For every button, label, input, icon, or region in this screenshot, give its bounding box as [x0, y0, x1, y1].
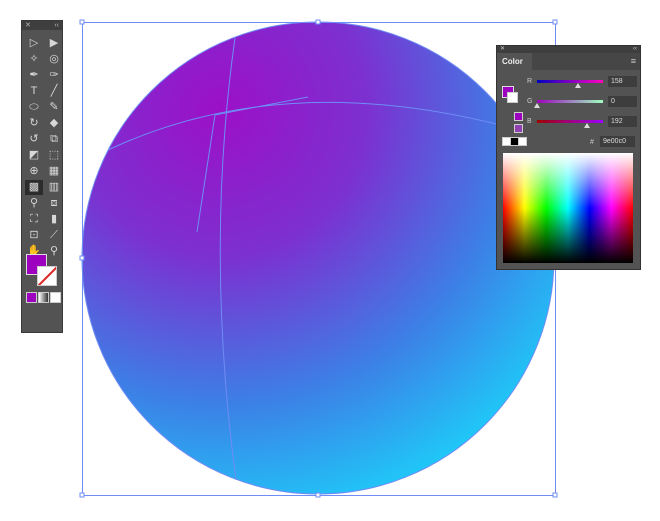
slider-thumb[interactable] — [534, 103, 540, 108]
type-tool[interactable]: T — [25, 84, 43, 99]
red-value-input[interactable]: 158 — [608, 76, 637, 87]
mesh-sphere-object[interactable] — [82, 22, 554, 494]
line-tool[interactable]: ╱ — [45, 84, 63, 99]
pen-tool[interactable]: ✒ — [25, 68, 43, 83]
blue-slider[interactable] — [537, 120, 603, 128]
ellipse-tool[interactable]: ⬭ — [25, 100, 43, 115]
blue-value-input[interactable]: 192 — [608, 116, 637, 127]
perspective-grid-tool[interactable]: ▦ — [45, 164, 63, 179]
lasso-tool[interactable]: ◎ — [45, 52, 63, 67]
out-of-gamut-swatch[interactable] — [514, 124, 523, 133]
collapse-icon[interactable]: ‹‹ — [54, 21, 59, 30]
collapse-icon[interactable]: ‹‹ — [633, 46, 637, 53]
paintbrush-tool[interactable]: ✎ — [45, 100, 63, 115]
magic-wand-tool[interactable]: ✧ — [25, 52, 43, 67]
slice-tool[interactable]: ⟋ — [45, 228, 63, 243]
stroke-swatch[interactable] — [507, 92, 518, 103]
hex-label: # — [590, 139, 594, 146]
channel-label: R — [527, 78, 533, 85]
none-mode-button[interactable] — [50, 292, 61, 303]
panel-menu-icon[interactable]: ≡ — [631, 56, 636, 66]
red-slider[interactable] — [537, 80, 603, 88]
tab-color[interactable]: Color — [497, 53, 532, 70]
green-slider[interactable] — [534, 100, 603, 108]
green-value-input[interactable]: 0 — [608, 96, 637, 107]
zoom-tool[interactable]: ⚲ — [45, 244, 63, 259]
shape-builder-tool[interactable]: ⊕ — [25, 164, 43, 179]
symbol-sprayer-tool[interactable]: ⛶ — [25, 212, 43, 227]
red-channel-row: R 158 — [527, 76, 637, 88]
selection-tool[interactable]: ▷ — [25, 36, 43, 51]
color-spectrum[interactable] — [503, 153, 633, 263]
white-swatch[interactable] — [518, 137, 527, 146]
blue-channel-row: B 192 — [527, 116, 637, 128]
artboard-tool[interactable]: ⊡ — [25, 228, 43, 243]
slider-thumb[interactable] — [574, 83, 581, 88]
color-panel: ✕ ‹‹ Color ≡ R 158 G 0 B 192 # 9e00c0 — [496, 45, 641, 270]
rotate-tool[interactable]: ↺ — [25, 132, 43, 147]
green-channel-row: G 0 — [527, 96, 637, 108]
color-mode-button[interactable] — [26, 292, 37, 303]
column-graph-tool[interactable]: ▮ — [45, 212, 63, 227]
stroke-swatch[interactable] — [37, 266, 57, 286]
hex-value-input[interactable]: 9e00c0 — [600, 136, 635, 147]
width-tool[interactable]: ◩ — [25, 148, 43, 163]
close-icon[interactable]: ✕ — [25, 21, 31, 30]
scale-tool[interactable]: ⧉ — [45, 132, 63, 147]
shaper-tool[interactable]: ↻ — [25, 116, 43, 131]
direct-selection-tool[interactable]: ▶ — [45, 36, 63, 51]
mesh-tool[interactable]: ▩ — [25, 180, 43, 195]
free-transform-tool[interactable]: ⬚ — [45, 148, 63, 163]
close-icon[interactable]: ✕ — [500, 46, 505, 53]
eyedropper-tool[interactable]: ⚲ — [25, 196, 43, 211]
out-of-web-color-swatch[interactable] — [514, 112, 523, 121]
gradient-tool[interactable]: ▥ — [45, 180, 63, 195]
slider-thumb[interactable] — [583, 123, 590, 128]
channel-label: B — [527, 118, 532, 125]
curvature-tool[interactable]: ✑ — [45, 68, 63, 83]
eraser-tool[interactable]: ◆ — [45, 116, 63, 131]
gradient-mode-button[interactable] — [38, 292, 49, 303]
blend-tool[interactable]: ⧈ — [45, 196, 63, 211]
tools-panel: ✕ ‹‹ ▷ ▶ ✧ ◎ ✒ ✑ T ╱ ⬭ ✎ ↻ ◆ ↺ ⧉ ◩ ⬚ ⊕ ▦ ▩ ▥ ⚲ ⧈ ⛶ ▮ ⊡ ⟋ ✋ ⚲ — [21, 20, 63, 333]
